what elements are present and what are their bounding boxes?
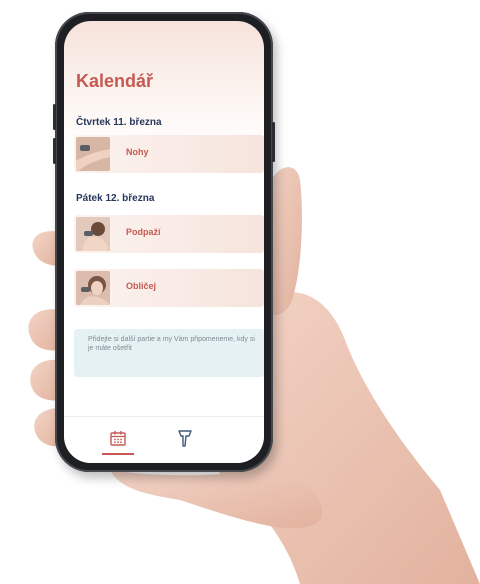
list-item-nohy[interactable]: Nohy [74, 135, 264, 173]
volume-button [53, 138, 56, 164]
phone-frame: Kalendář Čtvrtek 11. března Nohy Pátek 1… [53, 12, 275, 472]
tab-bar [64, 416, 264, 463]
list-item-label: Podpaží [126, 227, 161, 237]
page-title: Kalendář [76, 71, 154, 91]
device-icon[interactable] [176, 428, 194, 453]
underarm-photo [76, 217, 110, 251]
power-button [272, 122, 275, 162]
calendar-icon[interactable] [109, 429, 127, 452]
list-item-podpazi[interactable]: Podpaží [74, 215, 264, 253]
info-banner[interactable]: Přidejte si další partie a my Vám připom… [74, 329, 264, 377]
app-screen: Kalendář Čtvrtek 11. března Nohy Pátek 1… [64, 21, 264, 463]
day-heading: Pátek 12. března [76, 193, 155, 204]
day-heading: Čtvrtek 11. března [76, 117, 162, 128]
list-item-label: Nohy [126, 147, 149, 157]
info-text: Přidejte si další partie a my Vám připom… [88, 336, 255, 352]
face-photo [76, 271, 110, 305]
active-tab-indicator [102, 453, 134, 455]
list-item-label: Obličej [126, 281, 157, 291]
legs-photo [76, 137, 110, 171]
list-item-oblicej[interactable]: Obličej [74, 269, 264, 307]
photo-scene: Kalendář Čtvrtek 11. března Nohy Pátek 1… [0, 0, 480, 584]
volume-button [53, 104, 56, 130]
